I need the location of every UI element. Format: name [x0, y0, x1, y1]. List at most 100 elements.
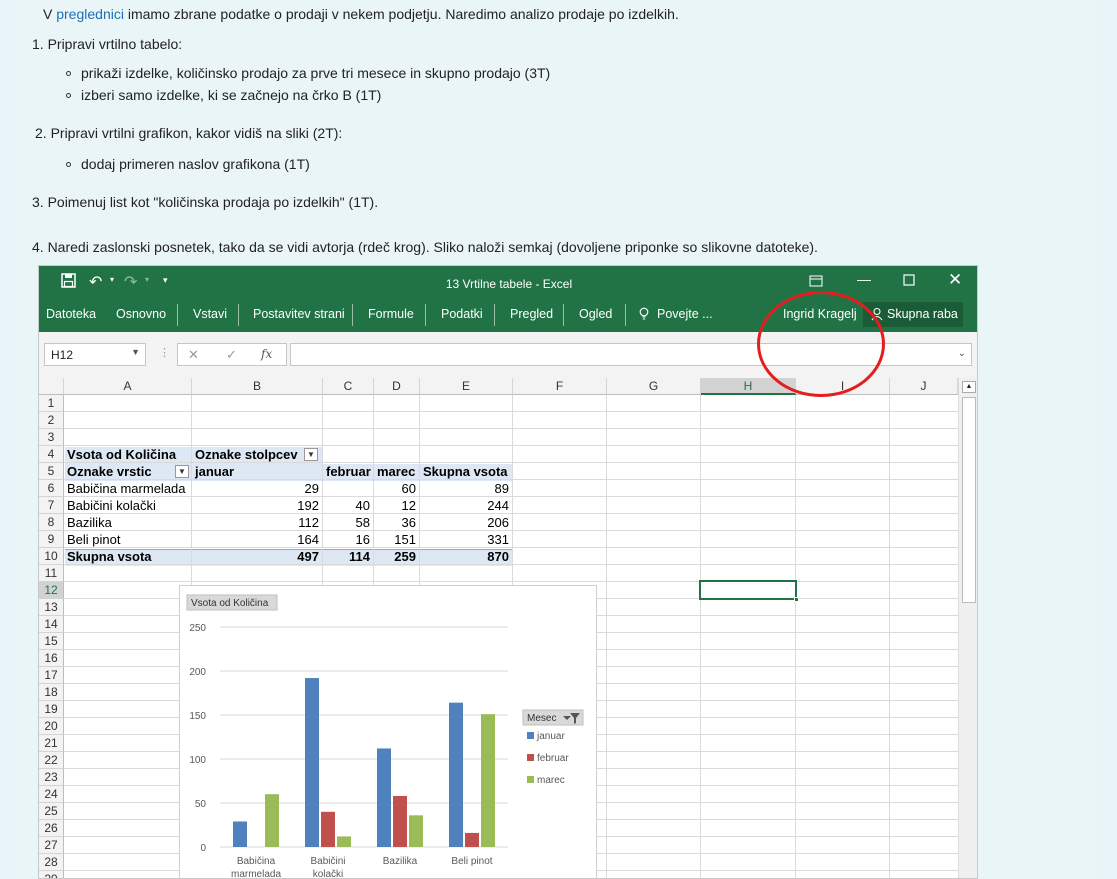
scroll-thumb[interactable]	[962, 397, 976, 603]
row-header-3[interactable]: 3	[39, 429, 64, 446]
row-header-17[interactable]: 17	[39, 667, 64, 684]
row-header-1[interactable]: 1	[39, 395, 64, 412]
row-header-7[interactable]: 7	[39, 497, 64, 514]
pivot-value[interactable]: 192	[192, 497, 319, 514]
tell-me-icon[interactable]	[639, 307, 649, 323]
bar-januar[interactable]	[377, 748, 391, 847]
pivot-value[interactable]: 58	[323, 514, 370, 531]
scroll-up-icon[interactable]: ▲	[962, 381, 976, 393]
bar-marec[interactable]	[481, 714, 495, 847]
expand-formula-icon[interactable]: ⌄	[958, 348, 966, 359]
row-header-23[interactable]: 23	[39, 769, 64, 786]
enter-icon[interactable]: ✓	[226, 347, 237, 363]
column-header-b[interactable]: B	[192, 378, 323, 395]
column-header-e[interactable]: E	[420, 378, 513, 395]
row-header-2[interactable]: 2	[39, 412, 64, 429]
pivot-grand-total[interactable]: 497	[192, 548, 319, 565]
cancel-icon[interactable]: ✕	[188, 347, 199, 363]
spreadsheet-link[interactable]: preglednici	[56, 6, 124, 22]
vertical-scrollbar[interactable]: ▲	[958, 378, 977, 878]
pivot-grand-total[interactable]: 114	[323, 548, 370, 565]
column-filter-icon[interactable]: ▼	[304, 448, 318, 461]
row-header-20[interactable]: 20	[39, 718, 64, 735]
pivot-value[interactable]: 151	[374, 531, 416, 548]
pivot-value[interactable]: 36	[374, 514, 416, 531]
row-header-28[interactable]: 28	[39, 854, 64, 871]
bar-marec[interactable]	[265, 794, 279, 847]
pivot-value[interactable]: 40	[323, 497, 370, 514]
row-header-26[interactable]: 26	[39, 820, 64, 837]
row-header-27[interactable]: 27	[39, 837, 64, 854]
pivot-row-labels[interactable]: Oznake vrstic	[67, 463, 152, 480]
row-header-9[interactable]: 9	[39, 531, 64, 548]
row-header-29[interactable]: 29	[39, 871, 64, 878]
bar-februar[interactable]	[393, 795, 407, 847]
pivot-column-labels[interactable]: Oznake stolpcev	[195, 446, 298, 463]
minimize-icon[interactable]: —	[857, 271, 871, 287]
row-header-25[interactable]: 25	[39, 803, 64, 820]
tell-me-search[interactable]: Povejte ...	[657, 307, 713, 321]
fill-handle[interactable]	[794, 597, 799, 602]
row-header-15[interactable]: 15	[39, 633, 64, 650]
pivot-value[interactable]: 12	[374, 497, 416, 514]
row-header-18[interactable]: 18	[39, 684, 64, 701]
column-header-a[interactable]: A	[64, 378, 192, 395]
row-header-21[interactable]: 21	[39, 735, 64, 752]
tab-osnovno[interactable]: Osnovno	[116, 307, 166, 321]
pivot-title[interactable]: Vsota od Količina	[67, 446, 176, 463]
pivot-chart[interactable]: Vsota od Količina 0 50 100 150 200 250 Babičina…	[179, 585, 597, 878]
bar-januar[interactable]	[305, 678, 319, 847]
bar-februar[interactable]	[465, 832, 479, 847]
pivot-value[interactable]: 164	[192, 531, 319, 548]
column-header-c[interactable]: C	[323, 378, 374, 395]
pivot-value[interactable]: 112	[192, 514, 319, 531]
pivot-value[interactable]: 29	[192, 480, 319, 497]
pivot-value[interactable]: 60	[374, 480, 416, 497]
maximize-icon[interactable]	[903, 273, 915, 289]
bar-marec[interactable]	[337, 836, 351, 847]
row-header-24[interactable]: 24	[39, 786, 64, 803]
pivot-value[interactable]: 89	[420, 480, 509, 497]
pivot-value[interactable]: 206	[420, 514, 509, 531]
tab-vstavi[interactable]: Vstavi	[193, 307, 227, 321]
bar-februar[interactable]	[321, 811, 335, 847]
row-filter-icon[interactable]: ▼	[175, 465, 189, 478]
tab-datoteka[interactable]: Datoteka	[46, 307, 96, 321]
bar-januar[interactable]	[233, 821, 247, 847]
pivot-grand-total[interactable]: 870	[420, 548, 509, 565]
pivot-month-header[interactable]: januar	[195, 463, 234, 480]
pivot-grand-total-label[interactable]: Skupna vsota	[67, 548, 152, 565]
row-header-10[interactable]: 10	[39, 548, 64, 565]
pivot-month-header[interactable]: marec	[377, 463, 415, 480]
row-header-8[interactable]: 8	[39, 514, 64, 531]
row-header-12[interactable]: 12	[39, 582, 64, 599]
row-header-19[interactable]: 19	[39, 701, 64, 718]
pivot-value[interactable]: 244	[420, 497, 509, 514]
close-icon[interactable]: ✕	[948, 270, 962, 290]
row-header-5[interactable]: 5	[39, 463, 64, 480]
row-header-13[interactable]: 13	[39, 599, 64, 616]
select-all-corner[interactable]	[39, 378, 64, 395]
name-box[interactable]: H12 ▼	[44, 343, 146, 366]
tab-pregled[interactable]: Pregled	[510, 307, 553, 321]
row-header-16[interactable]: 16	[39, 650, 64, 667]
column-header-g[interactable]: G	[607, 378, 701, 395]
pivot-total-header[interactable]: Skupna vsota	[423, 463, 508, 480]
pivot-row-label[interactable]: Babičini kolački	[67, 497, 156, 514]
pivot-row-label[interactable]: Bazilika	[67, 514, 112, 531]
row-header-11[interactable]: 11	[39, 565, 64, 582]
column-header-f[interactable]: F	[513, 378, 607, 395]
pivot-value[interactable]: 331	[420, 531, 509, 548]
pivot-value[interactable]: 16	[323, 531, 370, 548]
worksheet[interactable]: ▲ A B C D E F G H I J 1 2 3 4 5 6 7 8 9 10 11 12 13 14 15 16 17 18 1…	[39, 378, 977, 878]
pivot-month-header[interactable]: februar	[326, 463, 371, 480]
bar-januar[interactable]	[449, 702, 463, 847]
column-header-j[interactable]: J	[890, 378, 958, 395]
tab-postavitev-strani[interactable]: Postavitev strani	[253, 307, 345, 321]
tab-formule[interactable]: Formule	[368, 307, 414, 321]
pivot-row-label[interactable]: Beli pinot	[67, 531, 120, 548]
row-header-4[interactable]: 4	[39, 446, 64, 463]
column-header-d[interactable]: D	[374, 378, 420, 395]
ribbon-display-icon[interactable]	[809, 274, 823, 291]
row-header-22[interactable]: 22	[39, 752, 64, 769]
